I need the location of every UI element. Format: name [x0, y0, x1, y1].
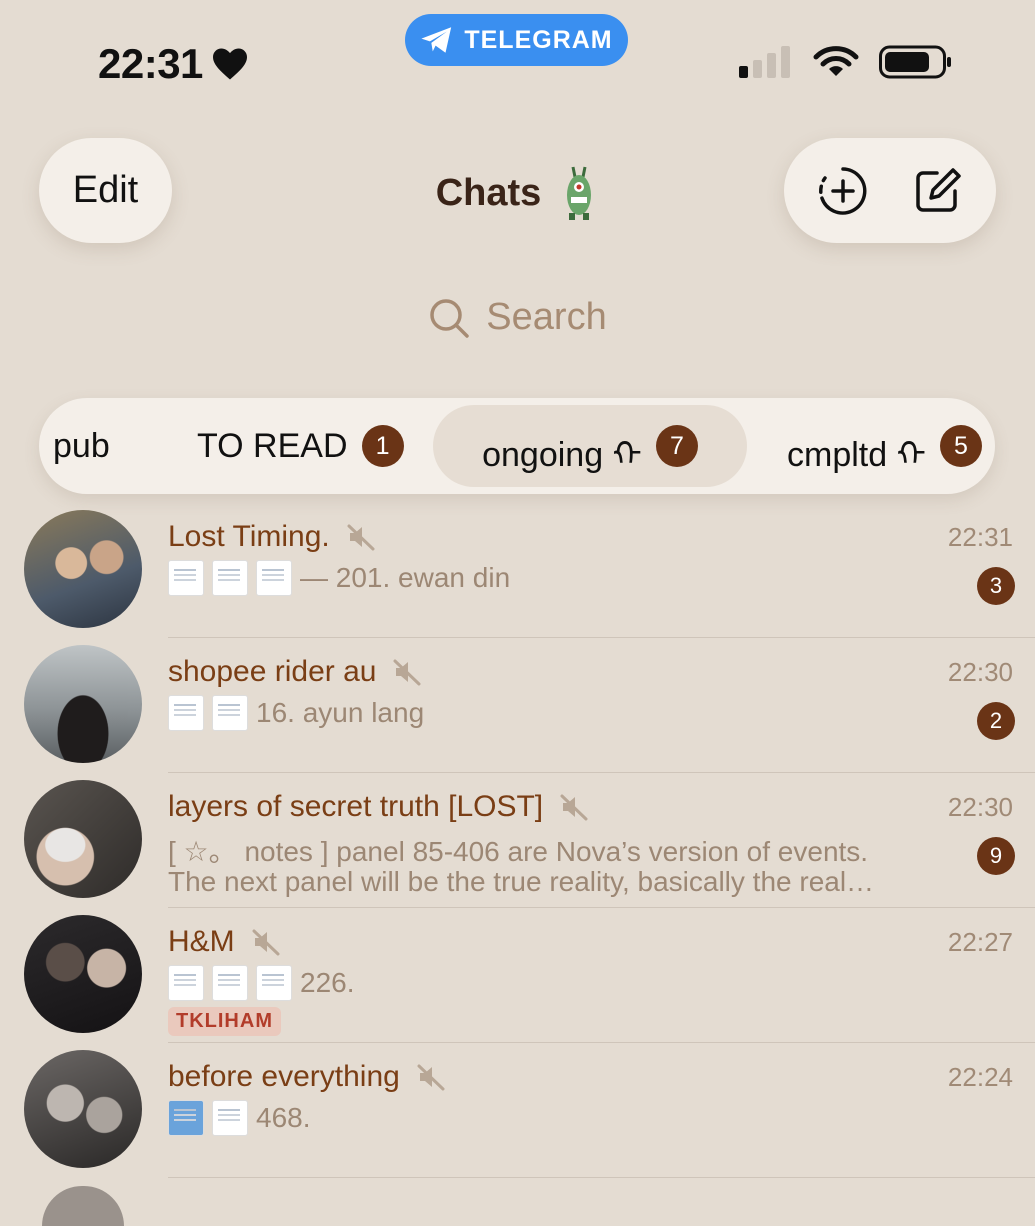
muted-icon	[560, 794, 588, 821]
clock-time: 22:31	[98, 40, 203, 87]
chat-time: 22:24	[947, 1062, 1013, 1092]
search-icon	[430, 298, 470, 338]
media-thumbnail	[168, 965, 204, 1001]
chat-preview-text: 16. ayun lang	[256, 697, 425, 728]
avatar	[24, 1050, 142, 1168]
folder-unread-badge: 5	[939, 425, 982, 467]
media-thumbnail	[212, 965, 248, 1001]
header-actions	[784, 138, 996, 243]
status-indicators	[739, 44, 953, 80]
heart-icon	[212, 48, 247, 80]
chat-preview-line-2: The next panel will be the true reality,…	[168, 866, 875, 897]
avatar	[24, 645, 142, 763]
chat-preview: 16. ayun lang	[168, 695, 424, 731]
unread-badge: 2	[977, 702, 1015, 740]
chat-title: shopee rider au	[168, 655, 422, 689]
folder-label: cmpltd ᡣ	[787, 436, 926, 474]
folder-unread-badge: 7	[655, 425, 698, 467]
search-bar[interactable]: Search	[0, 296, 1035, 339]
plankton-emoji-icon	[567, 166, 592, 220]
chat-preview: 468.	[168, 1100, 311, 1136]
battery-icon	[879, 45, 951, 79]
telegram-app-pill[interactable]: TELEGRAM	[405, 14, 628, 66]
media-thumbnail	[212, 695, 248, 731]
avatar	[24, 915, 142, 1033]
muted-icon	[347, 524, 375, 551]
folder-unread-badge: 1	[361, 425, 404, 467]
tab-cmpltd[interactable]: cmpltd ᡣ 5	[787, 398, 982, 494]
page-title-text: Chats	[435, 171, 542, 214]
chat-title: before everything	[168, 1060, 446, 1094]
media-thumbnail	[212, 1100, 248, 1136]
chat-preview: — 201. ewan din	[168, 560, 510, 596]
telegram-icon	[421, 27, 452, 53]
chat-row[interactable]: before everything 22:24 468.	[0, 1050, 1035, 1185]
muted-icon	[393, 659, 421, 686]
tab-to-read[interactable]: TO READ 1	[197, 398, 404, 494]
chat-preview-text: 468.	[256, 1102, 311, 1133]
compose-icon[interactable]	[911, 165, 963, 217]
avatar	[42, 1186, 124, 1226]
tab-pub[interactable]: pub	[53, 398, 110, 494]
chat-time: 22:30	[947, 657, 1013, 687]
chat-name: shopee rider au	[168, 655, 377, 688]
tab-ongoing[interactable]: ongoing ᡣ 7	[433, 405, 747, 487]
chat-name: H&M	[168, 925, 235, 958]
chat-row[interactable]: layers of secret truth [LOST] 22:30 [ ☆。…	[0, 780, 1035, 915]
folder-tabs: pub TO READ 1 ongoing ᡣ 7 cmpltd ᡣ 5	[39, 398, 995, 494]
telegram-pill-label: TELEGRAM	[464, 25, 613, 54]
media-thumbnail	[212, 560, 248, 596]
avatar	[24, 780, 142, 898]
chat-preview: [ ☆。 notes ] panel 85-406 are Nova’s ver…	[168, 830, 868, 870]
chat-preview: 226.	[168, 965, 355, 1001]
divider	[168, 637, 1035, 638]
new-story-icon[interactable]	[817, 165, 869, 217]
folder-label: ongoing ᡣ	[482, 436, 642, 474]
chat-preview-text: — 201. ewan din	[300, 562, 511, 593]
chat-tag: TKLIHAM	[168, 1007, 281, 1036]
media-thumbnail	[168, 560, 204, 596]
media-thumbnail	[168, 1100, 204, 1136]
chat-title: layers of secret truth [LOST]	[168, 790, 589, 824]
muted-icon	[417, 1064, 445, 1091]
avatar	[24, 510, 142, 628]
search-placeholder: Search	[486, 296, 607, 338]
divider	[168, 772, 1035, 773]
status-clock: 22:31	[98, 40, 249, 88]
chat-preview-text: 226.	[300, 967, 355, 998]
chat-preview-text: [ ☆。 notes ] panel 85-406 are Nova’s ver…	[168, 836, 869, 867]
chat-time: 22:31	[947, 522, 1013, 552]
chat-name: before everything	[168, 1060, 400, 1093]
divider	[168, 907, 1035, 908]
chat-time: 22:30	[947, 792, 1013, 822]
chat-row[interactable]: Lost Timing. 22:31 — 201. ewan din 3	[0, 510, 1035, 645]
unread-badge: 3	[977, 567, 1015, 605]
chat-time: 22:27	[947, 927, 1013, 957]
muted-icon	[252, 929, 280, 956]
unread-badge: 9	[977, 837, 1015, 875]
divider	[168, 1177, 1035, 1178]
media-thumbnail	[256, 965, 292, 1001]
cellular-signal-icon	[739, 46, 790, 78]
chat-title: H&M	[168, 925, 281, 959]
media-thumbnail	[256, 560, 292, 596]
chat-row[interactable]: shopee rider au 22:30 16. ayun lang 2	[0, 645, 1035, 780]
folder-label: pub	[53, 426, 110, 465]
wifi-icon	[813, 46, 859, 76]
chat-name: Lost Timing.	[168, 520, 330, 553]
chat-title: Lost Timing.	[168, 520, 376, 554]
media-thumbnail	[168, 695, 204, 731]
chat-name: layers of secret truth [LOST]	[168, 790, 544, 823]
folder-label: TO READ	[197, 426, 348, 465]
chat-row[interactable]: H&M 22:27 226. TKLIHAM	[0, 915, 1035, 1050]
divider	[168, 1042, 1035, 1043]
